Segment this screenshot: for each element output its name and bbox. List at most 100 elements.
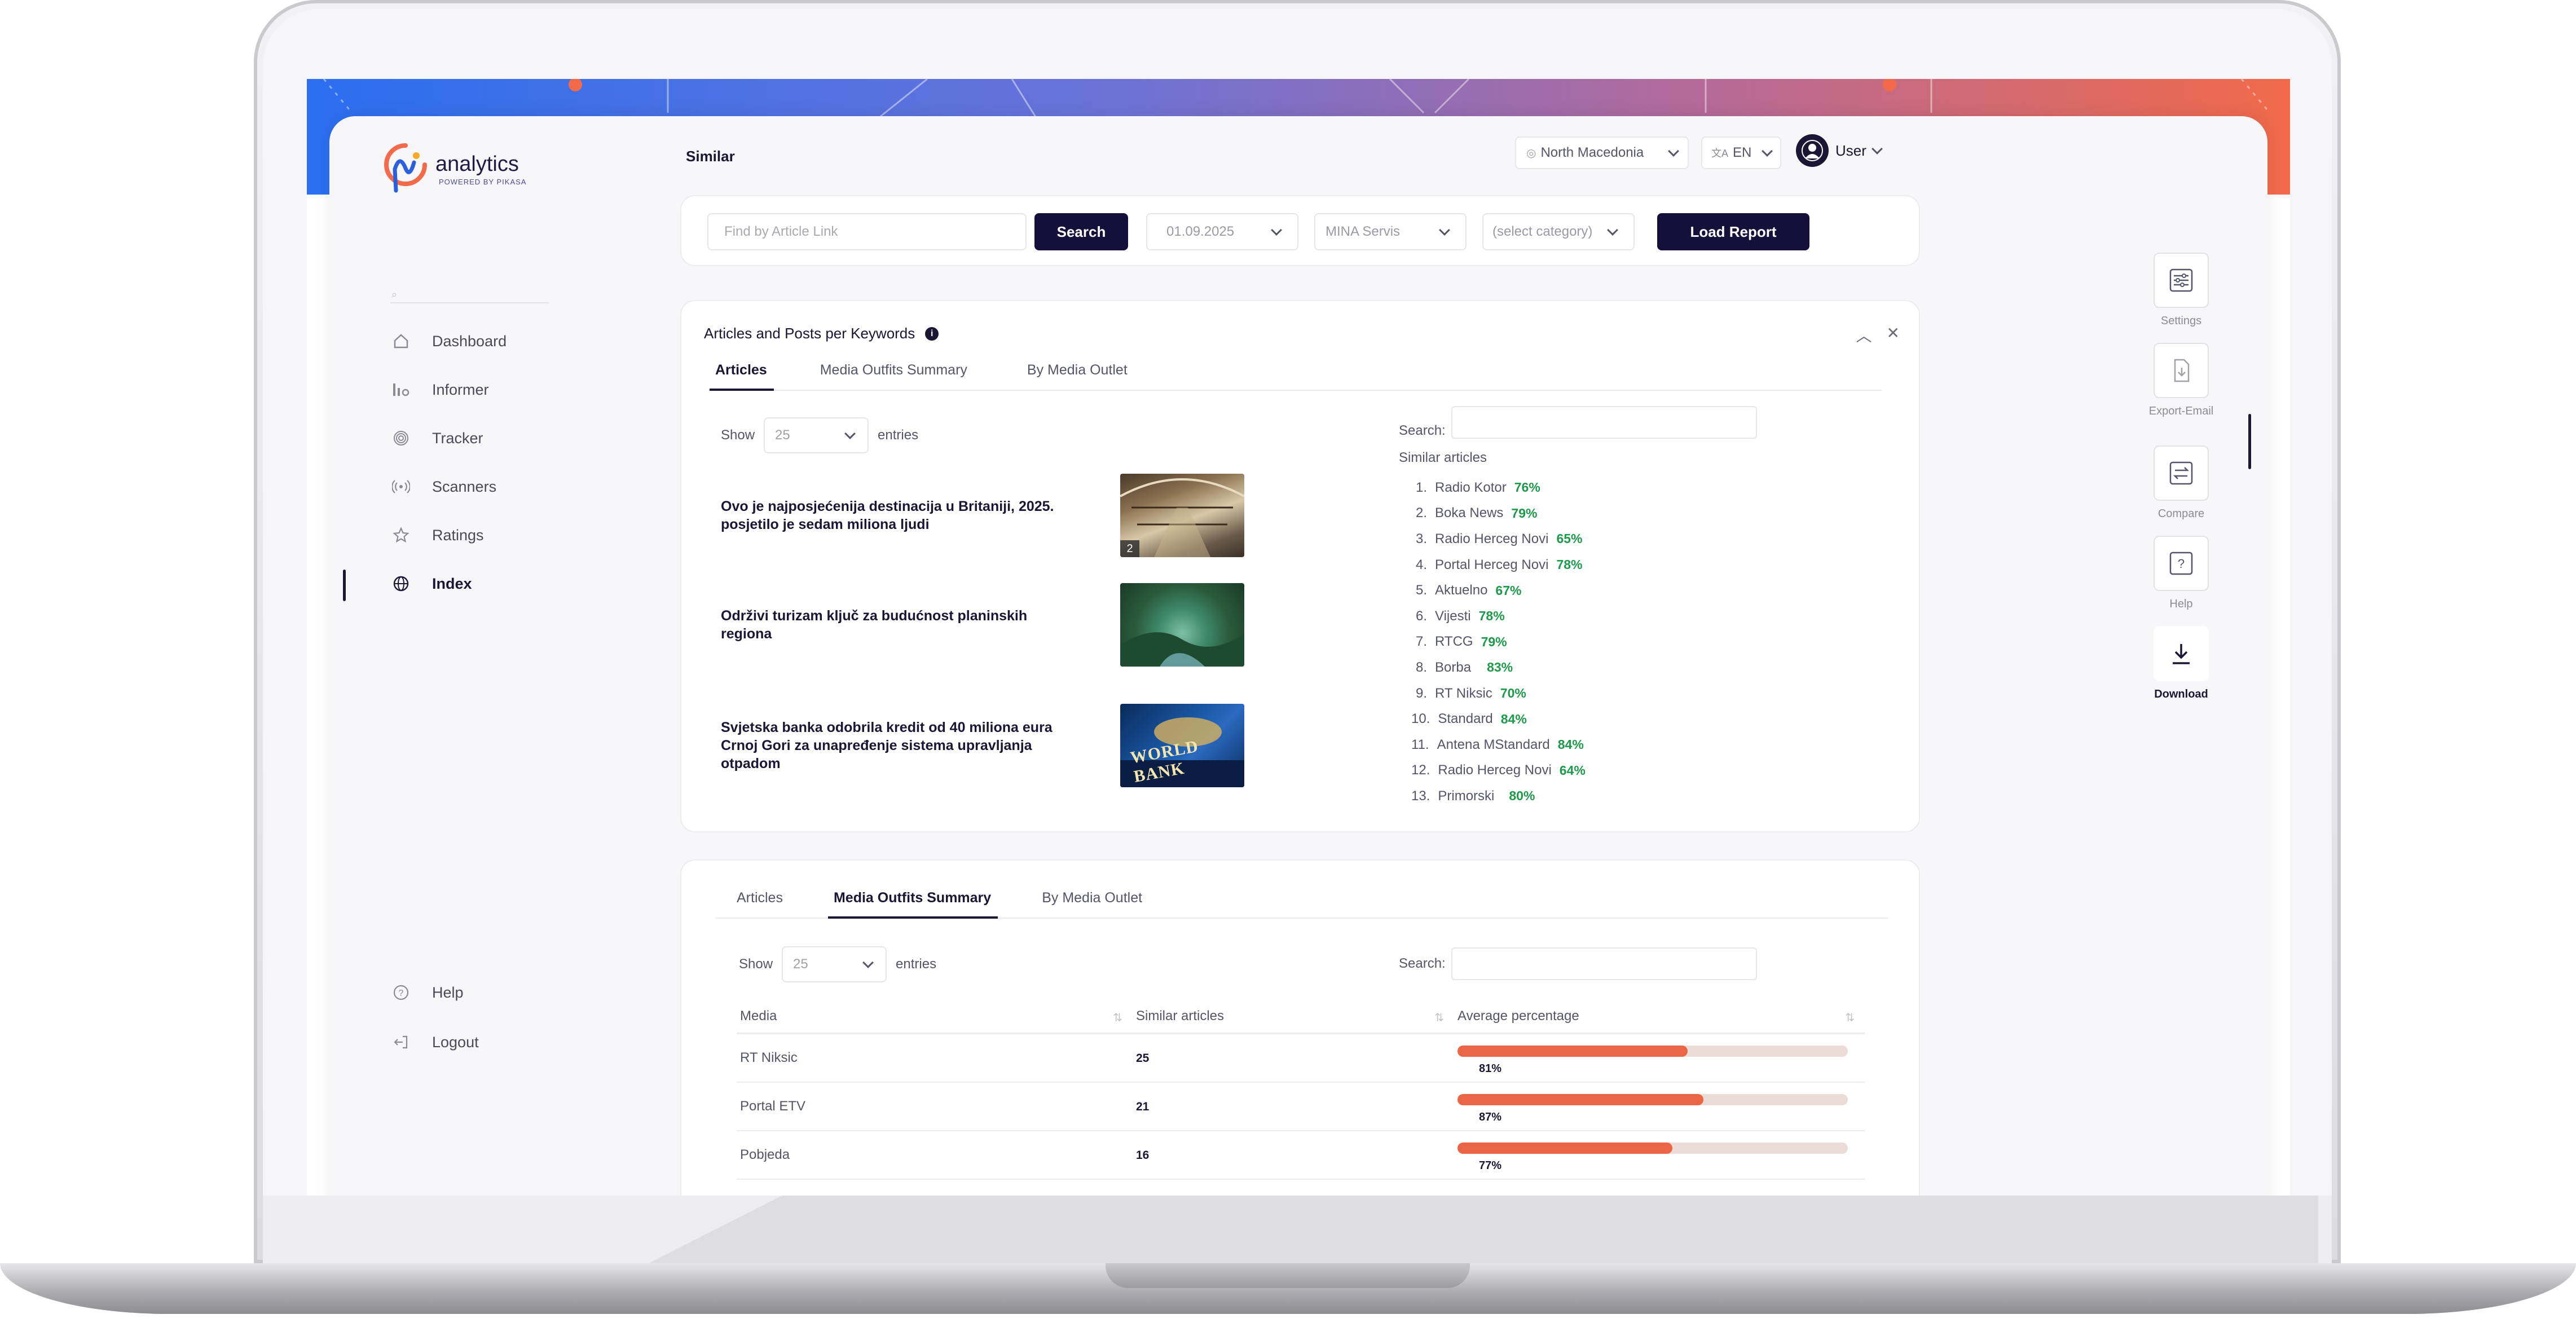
rail-label: Settings	[2160, 315, 2202, 327]
entries-select[interactable]: 25	[782, 946, 887, 982]
column-media[interactable]: Media ⇅	[737, 1008, 1133, 1024]
sidebar-nav: Dashboard Informer Tracker Scanners Rati…	[329, 317, 555, 608]
table-row[interactable]: Pobjeda 16 77%	[737, 1131, 1865, 1180]
list-index: 11.	[1411, 736, 1429, 752]
list-item[interactable]: 7. RTCG 79%	[1416, 629, 1586, 655]
sort-icon[interactable]: ⇅	[1113, 1011, 1122, 1025]
chevron-down-icon	[1607, 224, 1618, 236]
tab-by-media-outlet[interactable]: By Media Outlet	[1027, 362, 1128, 390]
close-icon[interactable]: ✕	[1887, 324, 1900, 346]
brand-logo-icon	[384, 143, 427, 193]
table-row[interactable]: RT Niksic 25 81%	[737, 1034, 1865, 1083]
sidebar-item-label: Tracker	[432, 429, 483, 447]
list-item[interactable]: 8. Borba 83%	[1416, 655, 1586, 681]
settings-button[interactable]: Settings	[2133, 253, 2229, 328]
media-cell: Pobjeda	[740, 1147, 790, 1162]
article-thumbnail[interactable]: WORLD BANK	[1120, 704, 1244, 787]
search-button[interactable]: Search	[1034, 213, 1128, 250]
date-select[interactable]: 01.09.2025	[1146, 213, 1298, 250]
sidebar-search-field[interactable]	[390, 302, 549, 303]
sidebar-item-ratings[interactable]: Ratings	[329, 511, 555, 559]
sidebar-item-logout[interactable]: Logout	[329, 1017, 555, 1067]
list-item[interactable]: 11. Antena MStandard 84%	[1411, 732, 1586, 758]
sort-icon[interactable]: ⇅	[1845, 1011, 1855, 1025]
list-item[interactable]: 3. Radio Herceg Novi 65%	[1416, 526, 1586, 552]
compare-button[interactable]: Compare	[2133, 446, 2229, 521]
entries-label: entries	[878, 427, 919, 443]
panel1-tabs: Articles Media Outfits Summary By Media …	[708, 362, 1882, 391]
sidebar-item-label: Index	[432, 575, 472, 592]
article-thumbnail[interactable]: 2	[1120, 474, 1244, 557]
globe-icon: ◎	[1526, 147, 1536, 160]
list-item[interactable]: 5. Aktuelno 67%	[1416, 577, 1586, 603]
similarity-percent: 78%	[1478, 608, 1505, 624]
list-item[interactable]: 9. RT Niksic 70%	[1416, 681, 1586, 707]
category-value: (select category)	[1492, 224, 1593, 239]
sidebar-item-tracker[interactable]: Tracker	[329, 414, 555, 462]
article-item[interactable]: Ovo je najposjećenija destinacija u Brit…	[721, 474, 1244, 557]
tab-media-outfits-summary[interactable]: Media Outfits Summary	[827, 890, 998, 919]
article-title[interactable]: Održivi turizam ključ za budućnost plani…	[721, 607, 1082, 643]
bar-chart-icon	[391, 380, 411, 399]
sidebar-item-label: Help	[432, 983, 464, 1001]
export-email-button[interactable]: Export-Email	[2133, 343, 2229, 418]
collapse-icon[interactable]: ︿	[1856, 324, 1872, 346]
sidebar-item-dashboard[interactable]: Dashboard	[329, 317, 555, 365]
article-item[interactable]: Održivi turizam ključ za budućnost plani…	[721, 583, 1244, 667]
download-button[interactable]: Download	[2133, 626, 2229, 701]
media-name: RT Niksic	[1435, 685, 1492, 701]
entries-value: 25	[793, 956, 808, 972]
sidebar-item-label: Informer	[432, 381, 489, 398]
tab-media-outfits-summary[interactable]: Media Outfits Summary	[820, 362, 967, 390]
file-download-icon	[2154, 343, 2209, 398]
article-thumbnail[interactable]	[1120, 583, 1244, 667]
source-select[interactable]: MINA Servis	[1314, 213, 1467, 250]
table-search-input[interactable]	[1451, 947, 1757, 980]
tab-articles[interactable]: Articles	[710, 362, 774, 391]
language-select[interactable]: 文A EN	[1701, 136, 1781, 169]
help-circle-icon: ?	[391, 983, 411, 1002]
load-report-button[interactable]: Load Report	[1657, 213, 1809, 250]
sort-icon[interactable]: ⇅	[1434, 1011, 1444, 1025]
info-icon[interactable]: i	[925, 327, 939, 341]
list-item[interactable]: 4. Portal Herceg Novi 78%	[1416, 552, 1586, 578]
rail-label: Export-Email	[2148, 405, 2214, 417]
user-menu[interactable]: User	[1796, 134, 1883, 167]
question-box-icon: ?	[2154, 536, 2209, 591]
tab-articles[interactable]: Articles	[737, 890, 783, 918]
similarity-percent: 65%	[1556, 531, 1583, 546]
list-item[interactable]: 6. Vijesti 78%	[1416, 603, 1586, 629]
article-title[interactable]: Ovo je najposjećenija destinacija u Brit…	[721, 497, 1082, 533]
table-header: Media ⇅ Similar articles ⇅ Average percent…	[737, 999, 1865, 1034]
list-item[interactable]: 12. Radio Herceg Novi 64%	[1411, 758, 1586, 784]
list-item[interactable]: 10. Standard 84%	[1411, 706, 1586, 732]
brand-logo[interactable]: analytics POWERED BY PIKASA	[382, 142, 526, 196]
column-average-percentage[interactable]: Average percentage ⇅	[1454, 1008, 1865, 1024]
entries-select[interactable]: 25	[764, 417, 869, 453]
sidebar-item-scanners[interactable]: Scanners	[329, 462, 555, 511]
column-similar-articles[interactable]: Similar articles ⇅	[1133, 1008, 1454, 1024]
panel-actions: ︿ ✕	[1856, 324, 1900, 346]
list-item[interactable]: 2. Boka News 79%	[1416, 501, 1586, 527]
country-select[interactable]: ◎ North Macedonia	[1515, 136, 1689, 169]
table-search-input[interactable]	[1451, 406, 1757, 439]
list-item[interactable]: 1. Radio Kotor 76%	[1416, 475, 1586, 501]
tab-by-media-outlet[interactable]: By Media Outlet	[1042, 890, 1142, 918]
sidebar-item-index[interactable]: Index	[329, 559, 555, 608]
sidebar-item-informer[interactable]: Informer	[329, 365, 555, 414]
similarity-percent: 70%	[1500, 686, 1526, 701]
screen: analytics POWERED BY PIKASA ⌕ Dashboard …	[307, 79, 2290, 1196]
similarity-percent: 80%	[1509, 788, 1535, 804]
sidebar-item-help[interactable]: ? Help	[329, 968, 555, 1017]
article-link-input[interactable]	[707, 213, 1027, 250]
list-index: 12.	[1411, 762, 1430, 778]
sidebar-search-icon[interactable]: ⌕	[391, 289, 403, 300]
category-select[interactable]: (select category)	[1482, 213, 1635, 250]
table-row[interactable]: Portal ETV 21 87%	[737, 1083, 1865, 1131]
article-title[interactable]: Svjetska banka odobrila kredit od 40 mil…	[721, 718, 1082, 773]
list-index: 1.	[1416, 479, 1428, 495]
help-button[interactable]: ? Help	[2133, 536, 2229, 611]
list-item[interactable]: 13. Primorski 80%	[1411, 783, 1586, 809]
media-name: Primorski	[1438, 788, 1495, 804]
article-item[interactable]: Svjetska banka odobrila kredit od 40 mil…	[721, 704, 1244, 787]
